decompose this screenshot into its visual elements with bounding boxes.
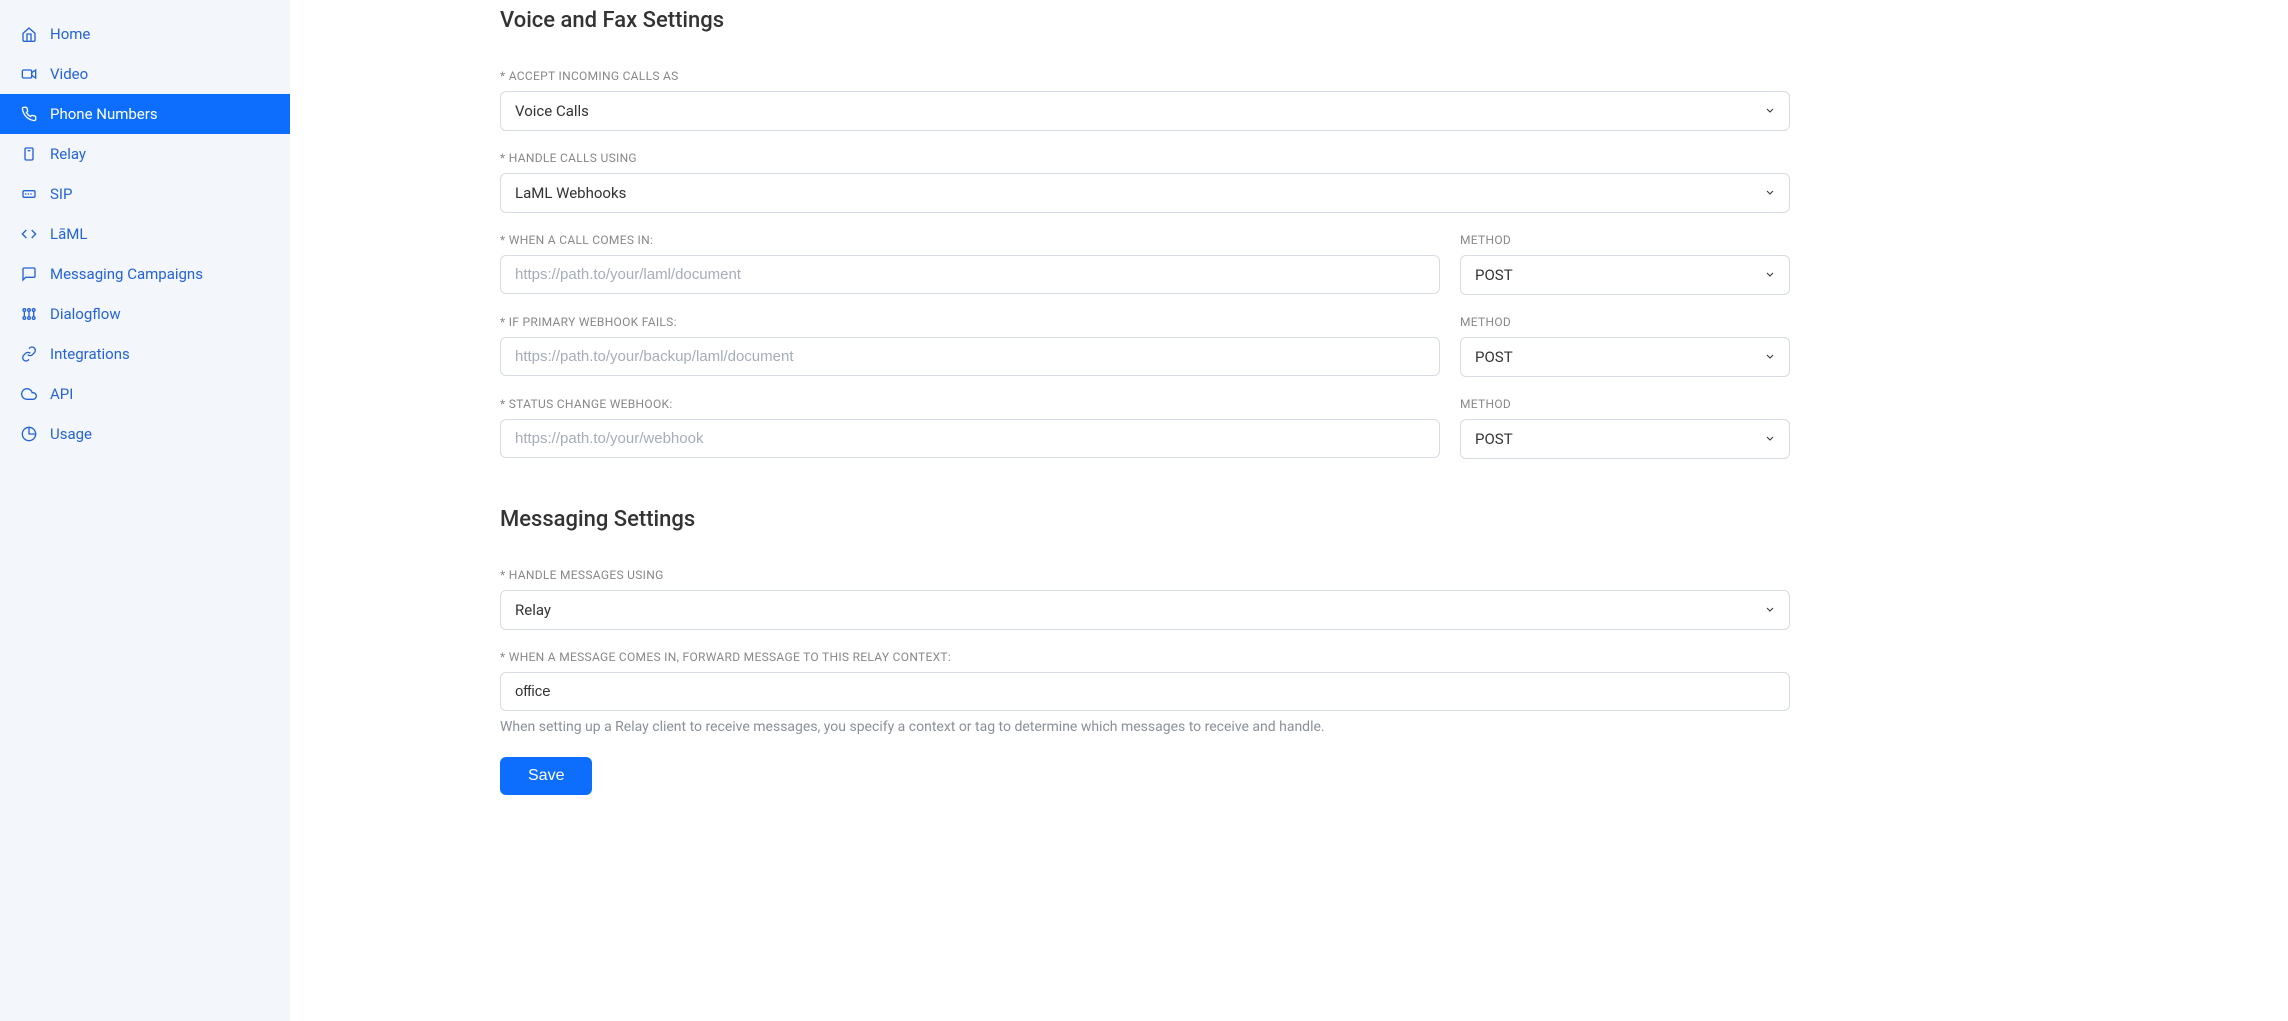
primary-fail-label: * IF PRIMARY WEBHOOK FAILS:	[500, 315, 1440, 329]
handle-messages-select[interactable]: Relay	[500, 590, 1790, 630]
sidebar-item-label: Usage	[50, 425, 92, 443]
sidebar-item-sip[interactable]: SIP	[0, 174, 290, 214]
method-label: METHOD	[1460, 315, 1790, 329]
sidebar-item-label: Video	[50, 65, 88, 83]
status-change-method-select[interactable]: POST	[1460, 419, 1790, 459]
dialogflow-icon	[20, 305, 38, 323]
accept-calls-select[interactable]: Voice Calls	[500, 91, 1790, 131]
sidebar-item-dialogflow[interactable]: Dialogflow	[0, 294, 290, 334]
when-call-method-select[interactable]: POST	[1460, 255, 1790, 295]
status-change-label: * STATUS CHANGE WEBHOOK:	[500, 397, 1440, 411]
sip-icon	[20, 185, 38, 203]
messaging-section-title: Messaging Settings	[500, 507, 1790, 532]
sidebar-item-label: Integrations	[50, 345, 130, 363]
save-button[interactable]: Save	[500, 757, 592, 795]
handle-calls-select-wrap: LaML Webhooks	[500, 173, 1790, 213]
code-icon	[20, 225, 38, 243]
sidebar-item-laml[interactable]: LāML	[0, 214, 290, 254]
handle-messages-select-wrap: Relay	[500, 590, 1790, 630]
sidebar-item-usage[interactable]: Usage	[0, 414, 290, 454]
accept-calls-label: * ACCEPT INCOMING CALLS AS	[500, 69, 1790, 83]
relay-icon	[20, 145, 38, 163]
sidebar-item-relay[interactable]: Relay	[0, 134, 290, 174]
relay-context-label: * WHEN A MESSAGE COMES IN, FORWARD MESSA…	[500, 650, 1790, 664]
sidebar-item-phone-numbers[interactable]: Phone Numbers	[0, 94, 290, 134]
handle-calls-label: * HANDLE CALLS USING	[500, 151, 1790, 165]
message-icon	[20, 265, 38, 283]
primary-fail-input[interactable]	[500, 337, 1440, 376]
relay-context-input[interactable]	[500, 672, 1790, 711]
accept-calls-select-wrap: Voice Calls	[500, 91, 1790, 131]
relay-context-help: When setting up a Relay client to receiv…	[500, 719, 1790, 735]
sidebar-item-label: API	[50, 385, 73, 403]
method-label: METHOD	[1460, 397, 1790, 411]
status-change-input[interactable]	[500, 419, 1440, 458]
sidebar-item-label: Dialogflow	[50, 305, 121, 323]
home-icon	[20, 25, 38, 43]
sidebar-item-label: Phone Numbers	[50, 105, 158, 123]
primary-fail-method-select[interactable]: POST	[1460, 337, 1790, 377]
voice-section-title: Voice and Fax Settings	[500, 8, 1790, 33]
handle-calls-select[interactable]: LaML Webhooks	[500, 173, 1790, 213]
sidebar: Home Video Phone Numbers Relay SIP LāML	[0, 0, 290, 1021]
sidebar-item-video[interactable]: Video	[0, 54, 290, 94]
method-label: METHOD	[1460, 233, 1790, 247]
sidebar-item-label: Messaging Campaigns	[50, 265, 203, 283]
main-content: Voice and Fax Settings * ACCEPT INCOMING…	[290, 0, 1830, 1021]
sidebar-item-messaging-campaigns[interactable]: Messaging Campaigns	[0, 254, 290, 294]
sidebar-item-label: Home	[50, 25, 90, 43]
video-icon	[20, 65, 38, 83]
sidebar-item-home[interactable]: Home	[0, 14, 290, 54]
link-icon	[20, 345, 38, 363]
phone-icon	[20, 105, 38, 123]
when-call-label: * WHEN A CALL COMES IN:	[500, 233, 1440, 247]
sidebar-item-label: Relay	[50, 145, 86, 163]
handle-messages-label: * HANDLE MESSAGES USING	[500, 568, 1790, 582]
sidebar-item-label: SIP	[50, 185, 72, 203]
when-call-input[interactable]	[500, 255, 1440, 294]
sidebar-item-integrations[interactable]: Integrations	[0, 334, 290, 374]
sidebar-item-label: LāML	[50, 225, 87, 243]
cloud-icon	[20, 385, 38, 403]
chart-icon	[20, 425, 38, 443]
sidebar-item-api[interactable]: API	[0, 374, 290, 414]
